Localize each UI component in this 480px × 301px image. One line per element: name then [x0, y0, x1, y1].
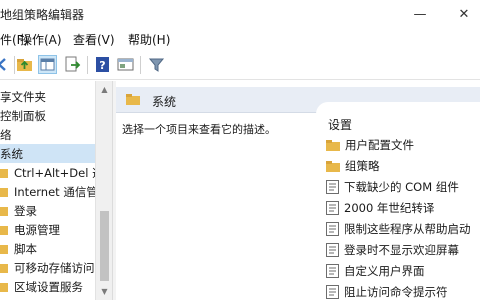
tree-item[interactable]: 享文件夹: [0, 87, 95, 106]
folder-icon: [0, 167, 8, 178]
toolbar-separator: [14, 56, 15, 74]
policy-setting-icon: [326, 201, 339, 215]
tree-item-label: 登录: [14, 203, 37, 218]
menu-action[interactable]: 操作(A): [20, 31, 62, 48]
policy-setting-icon: [326, 243, 339, 257]
tree-item[interactable]: 脚本: [0, 239, 95, 258]
settings-row-label: 阻止访问命令提示符: [344, 285, 448, 299]
settings-row-label: 自定义用户界面: [344, 264, 425, 278]
settings-row[interactable]: 2000 年世纪转译: [326, 199, 434, 217]
window-title: 地组策略编辑器: [0, 8, 85, 22]
settings-row-label: 登录时不显示欢迎屏幕: [344, 243, 459, 257]
minimize-icon: —: [413, 6, 427, 22]
tree-item[interactable]: Internet 通信管: [0, 182, 98, 201]
toolbar: ?: [0, 50, 480, 80]
policy-setting-icon: [326, 180, 339, 194]
settings-row-label: 下载缺少的 COM 组件: [344, 180, 459, 194]
tree-item-label: Internet 通信管: [14, 184, 98, 199]
folder-icon: [0, 262, 8, 273]
policy-setting-icon: [326, 222, 339, 236]
scrollbar-thumb[interactable]: [100, 211, 109, 281]
policy-setting-icon: [326, 264, 339, 278]
svg-text:?: ?: [99, 59, 105, 72]
tree-item-label: 区域设置服务: [14, 279, 83, 294]
tree-item[interactable]: 系统: [0, 144, 95, 163]
scroll-down-icon[interactable]: ▼: [96, 283, 113, 300]
menu-view[interactable]: 查看(V): [73, 31, 115, 48]
show-hide-tree-icon[interactable]: [38, 55, 57, 74]
export-list-icon[interactable]: [64, 56, 81, 73]
tree-item-label: 络: [0, 127, 12, 142]
tree-item[interactable]: 区域设置服务: [0, 277, 95, 296]
title-bar: 地组策略编辑器 — ✕: [0, 0, 480, 28]
close-button[interactable]: ✕: [448, 2, 480, 26]
settings-row[interactable]: 自定义用户界面: [326, 262, 425, 280]
folder-icon: [0, 186, 8, 197]
description-text: 选择一个项目来查看它的描述。: [122, 123, 276, 136]
tree-item[interactable]: 络: [0, 125, 95, 144]
tree-item-label: 享文件夹: [0, 89, 46, 104]
toolbar-separator: [140, 56, 141, 74]
settings-row[interactable]: 用户配置文件: [326, 136, 414, 154]
folder-icon: [0, 281, 8, 292]
settings-list: 设置 用户配置文件 组策略下载缺少的 COM 组件 2000 年世纪转译限制这些程序…: [316, 102, 480, 300]
tree-item[interactable]: Ctrl+Alt+Del 选: [0, 163, 104, 182]
settings-row[interactable]: 组策略: [326, 157, 380, 175]
tree-item[interactable]: 可移动存储访问: [0, 258, 95, 277]
folder-icon: [126, 94, 140, 105]
help-icon[interactable]: ?: [94, 56, 111, 73]
menu-help[interactable]: 帮助(H): [128, 31, 170, 48]
settings-row[interactable]: 限制这些程序从帮助启动: [326, 220, 471, 238]
settings-row[interactable]: 下载缺少的 COM 组件: [326, 178, 459, 196]
folder-icon: [326, 160, 340, 172]
folder-icon: [326, 139, 340, 151]
tree-item[interactable]: 电源管理: [0, 220, 95, 239]
toolbar-separator: [87, 56, 88, 74]
minimize-button[interactable]: —: [404, 2, 436, 26]
tree-item-label: 电源管理: [14, 222, 60, 237]
tree-item-label: 脚本: [14, 241, 37, 256]
tree-item[interactable]: 控制面板: [0, 106, 95, 125]
properties-panel-icon[interactable]: [117, 56, 134, 73]
tree-item[interactable]: 登录: [0, 201, 95, 220]
back-arrow-icon[interactable]: [0, 56, 11, 73]
tree-item-label: Ctrl+Alt+Del 选: [14, 165, 104, 180]
folder-icon: [0, 243, 8, 254]
menu-bar: 件(F) 操作(A) 查看(V) 帮助(H): [0, 28, 480, 50]
close-icon: ✕: [458, 6, 470, 22]
settings-row[interactable]: 登录时不显示欢迎屏幕: [326, 241, 459, 259]
settings-row-label: 组策略: [345, 159, 380, 173]
filter-icon[interactable]: [148, 56, 165, 73]
settings-row-label: 限制这些程序从帮助启动: [344, 222, 471, 236]
settings-row[interactable]: 阻止访问命令提示符: [326, 283, 448, 301]
tree-item-label: 控制面板: [0, 108, 46, 123]
settings-row-label: 用户配置文件: [345, 138, 414, 152]
policy-setting-icon: [326, 285, 339, 299]
folder-icon: [0, 205, 8, 216]
folder-icon: [0, 224, 8, 235]
tree-item-label: 系统: [0, 146, 23, 161]
settings-row-label: 2000 年世纪转译: [344, 201, 435, 215]
scroll-up-icon[interactable]: ▲: [96, 81, 113, 98]
settings-column-header[interactable]: 设置: [328, 116, 352, 133]
tree-scrollbar[interactable]: ▲ ▼: [95, 81, 112, 300]
up-folder-icon[interactable]: [16, 56, 33, 73]
details-header-title: 系统: [152, 95, 177, 109]
tree-item-label: 可移动存储访问: [14, 260, 95, 275]
